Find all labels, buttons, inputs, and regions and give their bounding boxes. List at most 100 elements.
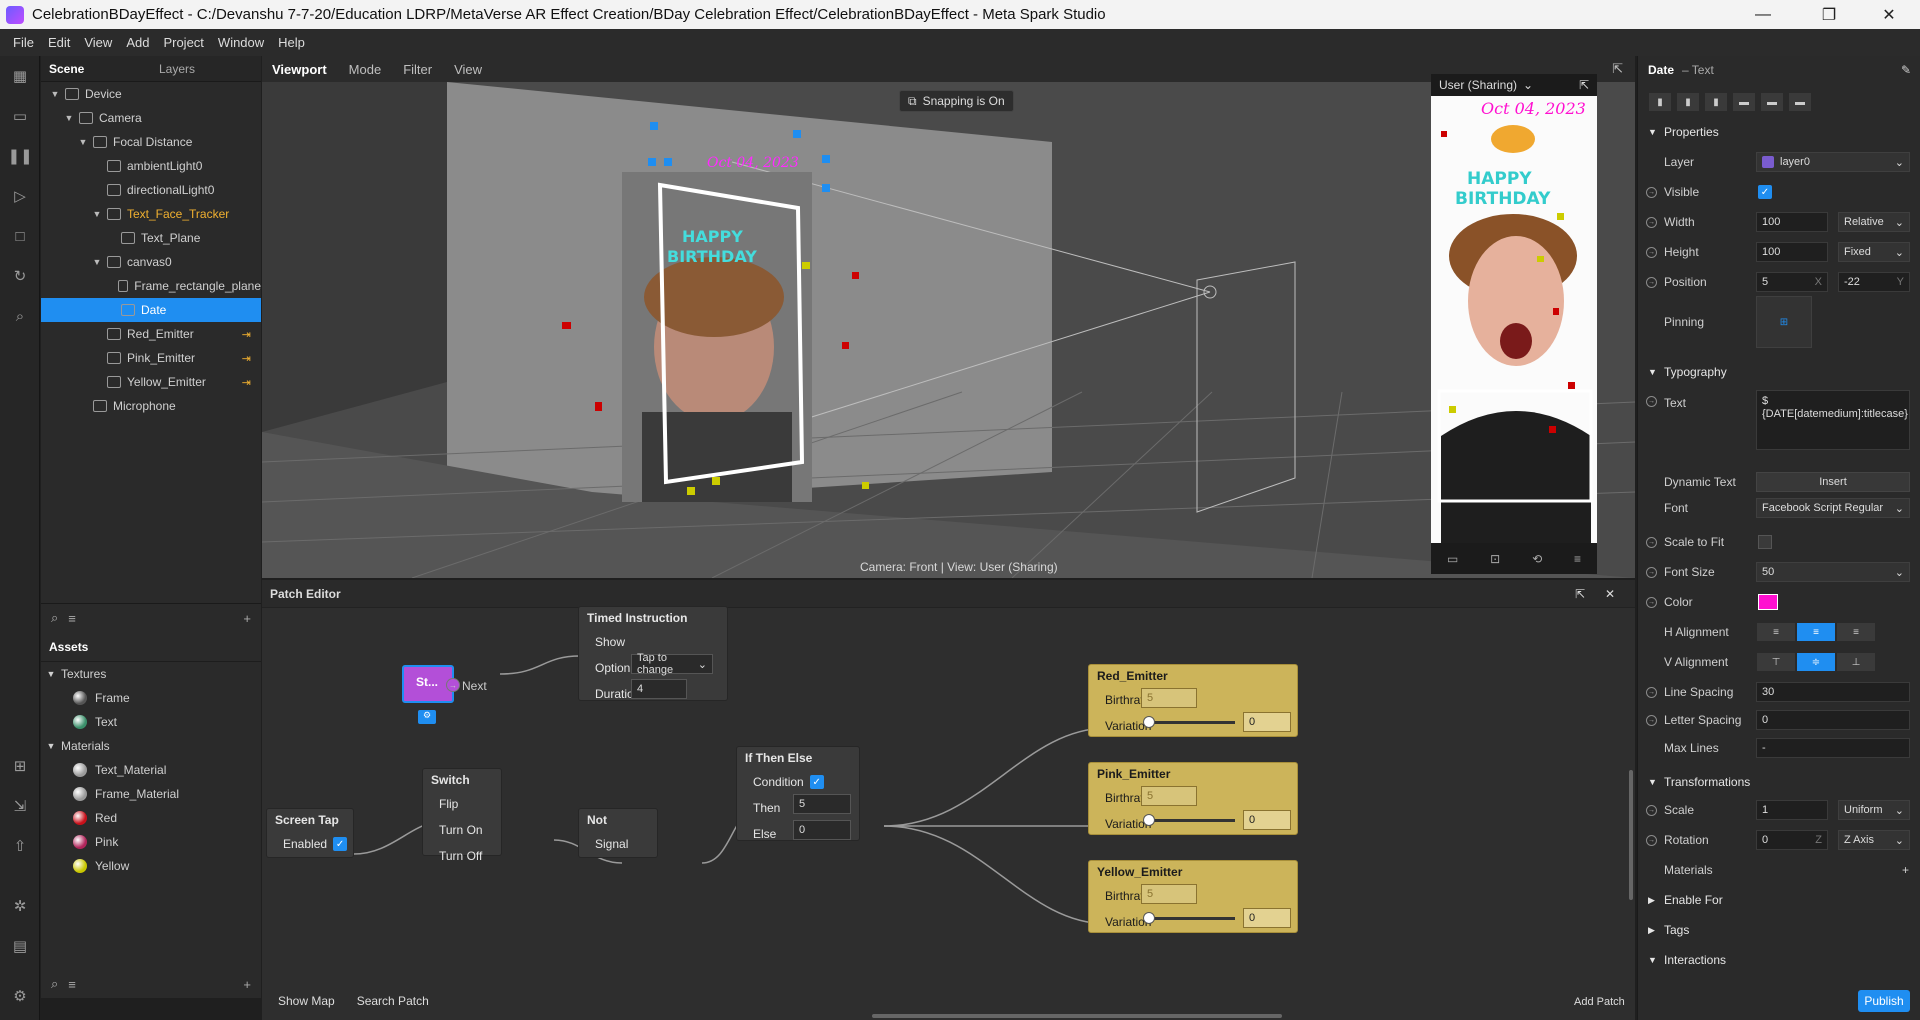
scene-tree-item[interactable]: ▼ Focal Distance [41,130,261,154]
tab-viewport[interactable]: Viewport [272,62,327,77]
then-field[interactable]: 5 [793,794,851,814]
horizontal-scrollbar[interactable] [872,1014,1282,1018]
asset-item[interactable]: Frame [41,686,261,710]
publish-button[interactable]: Publish [1858,990,1910,1012]
asset-item[interactable]: Pink [41,830,261,854]
pinning-widget[interactable]: ⊞ [1756,296,1812,348]
close-icon[interactable]: ✕ [1605,587,1615,601]
width-field[interactable]: 100 [1756,212,1828,232]
condition-checkbox[interactable]: ✓ [809,775,824,789]
preview-device-label[interactable]: User (Sharing) [1439,78,1517,92]
close-button[interactable]: ✕ [1860,0,1918,29]
asset-group[interactable]: ▼ Textures [41,662,261,686]
max-lines-field[interactable]: - [1756,738,1910,758]
menu-file[interactable]: File [13,35,34,50]
enabled-checkbox[interactable]: ✓ [333,837,348,851]
scene-tree-item[interactable]: ▼ canvas0 [41,250,261,274]
filter-icon[interactable]: ≡ [68,977,76,992]
screen-tap-node[interactable]: Screen Tap Enabled ✓ [266,808,354,858]
console-icon[interactable]: ▤ [10,936,30,956]
add-asset-icon[interactable]: + [243,611,251,626]
search-icon[interactable]: ⌕ [10,306,30,326]
menu-edit[interactable]: Edit [48,35,70,50]
align-right-icon[interactable]: ▮ [1704,92,1728,112]
expand-caret-icon[interactable]: ▼ [41,669,61,679]
emitter-node[interactable]: Red_Emitter Birthrate Variation 5 0 [1088,664,1298,737]
search-icon[interactable]: ⌕ [51,976,58,992]
search-icon[interactable]: ⌕ [51,610,58,626]
scene-tree-item[interactable]: Red_Emitter ⇥ [41,322,261,346]
refresh-icon[interactable]: ↻ [10,266,30,286]
layer-select[interactable]: layer0 ⌄ [1756,152,1910,172]
menu-icon[interactable]: ≡ [1574,552,1581,566]
not-node[interactable]: Not Signal [578,808,658,858]
tab-filter[interactable]: Filter [403,62,432,77]
expand-caret-icon[interactable]: ▼ [49,89,61,99]
timed-instruction-node[interactable]: Timed Instruction Show Option Duration T… [578,606,728,701]
height-field[interactable]: 100 [1756,242,1828,262]
interactions-section[interactable]: Interactions [1664,953,1726,967]
duration-field[interactable]: 4 [631,679,687,699]
width-mode-select[interactable]: Relative ⌄ [1838,212,1910,232]
variation-slider-track[interactable] [1147,721,1235,724]
tab-mode[interactable]: Mode [349,62,382,77]
vertical-scrollbar[interactable] [1629,770,1633,900]
variation-slider-handle[interactable] [1143,912,1155,924]
position-x-field[interactable]: 5X [1756,272,1828,292]
gear-icon[interactable]: ⚙ [418,710,436,724]
color-swatch[interactable] [1758,594,1778,610]
patch-link-icon[interactable]: ⇥ [242,352,251,365]
variation-field[interactable]: 0 [1243,810,1291,830]
scale-mode-select[interactable]: Uniform ⌄ [1838,800,1910,820]
start-output-port[interactable]: → [446,678,460,692]
asset-item[interactable]: Red [41,806,261,830]
scene-tree-item[interactable]: Pink_Emitter ⇥ [41,346,261,370]
h-align-right-icon[interactable]: ≡ [1836,622,1876,642]
viewport-scene[interactable]: HAPPY BIRTHDAY Oct 04, 2023 [262,82,1635,578]
v-align-bottom-icon[interactable]: ⊥ [1836,652,1876,672]
scene-tree-item[interactable]: ▼ Device [41,82,261,106]
height-mode-select[interactable]: Fixed ⌄ [1838,242,1910,262]
expand-caret-icon[interactable]: ▼ [77,137,89,147]
expand-caret-icon[interactable]: ▼ [91,209,103,219]
magic-wand-icon[interactable]: ✎ [1901,63,1911,77]
menu-add[interactable]: Add [126,35,149,50]
align-left-icon[interactable]: ▮ [1648,92,1672,112]
menu-project[interactable]: Project [163,35,203,50]
popout-icon[interactable]: ⇱ [1575,587,1585,601]
restore-button[interactable]: ❐ [1800,0,1858,29]
typography-section[interactable]: Typography [1664,365,1727,379]
expand-caret-icon[interactable]: ▼ [63,113,75,123]
font-size-field[interactable]: 50 ⌄ [1756,562,1910,582]
scale-to-fit-checkbox[interactable] [1758,535,1772,549]
show-map-button[interactable]: Show Map [278,994,335,1008]
chevron-down-icon[interactable]: ⌄ [1523,78,1533,92]
menu-view[interactable]: View [84,35,112,50]
v-align-center-icon[interactable]: ≑ [1796,652,1836,672]
add-material-icon[interactable]: + [1902,863,1909,877]
birthrate-field[interactable]: 5 [1141,786,1197,806]
scene-tree-item[interactable]: ambientLight0 [41,154,261,178]
scene-tree-item[interactable]: Text_Plane [41,226,261,250]
enable-for-section[interactable]: Enable For [1664,893,1723,907]
record-icon[interactable]: ▭ [1447,552,1458,566]
asset-item[interactable]: Yellow [41,854,261,878]
variation-slider-handle[interactable] [1143,716,1155,728]
properties-section[interactable]: Properties [1664,125,1719,139]
tab-view[interactable]: View [454,62,482,77]
asset-item[interactable]: Frame_Material [41,782,261,806]
screenshot-icon[interactable]: ⊡ [1490,552,1500,566]
align-middle-icon[interactable]: ▬ [1760,92,1784,112]
tab-layers[interactable]: Layers [151,62,203,76]
bug-icon[interactable]: ✲ [10,896,30,916]
h-align-left-icon[interactable]: ≡ [1756,622,1796,642]
variation-slider-handle[interactable] [1143,814,1155,826]
scene-tree-item[interactable]: ▼ Text_Face_Tracker [41,202,261,226]
minimize-button[interactable]: — [1734,0,1792,29]
expand-caret-icon[interactable]: ▼ [91,257,103,267]
asset-item[interactable]: Text_Material [41,758,261,782]
settings-icon[interactable]: ⚙ [10,986,30,1006]
align-top-icon[interactable]: ▬ [1732,92,1756,112]
align-bottom-icon[interactable]: ▬ [1788,92,1812,112]
scene-tree-item[interactable]: Microphone [41,394,261,418]
